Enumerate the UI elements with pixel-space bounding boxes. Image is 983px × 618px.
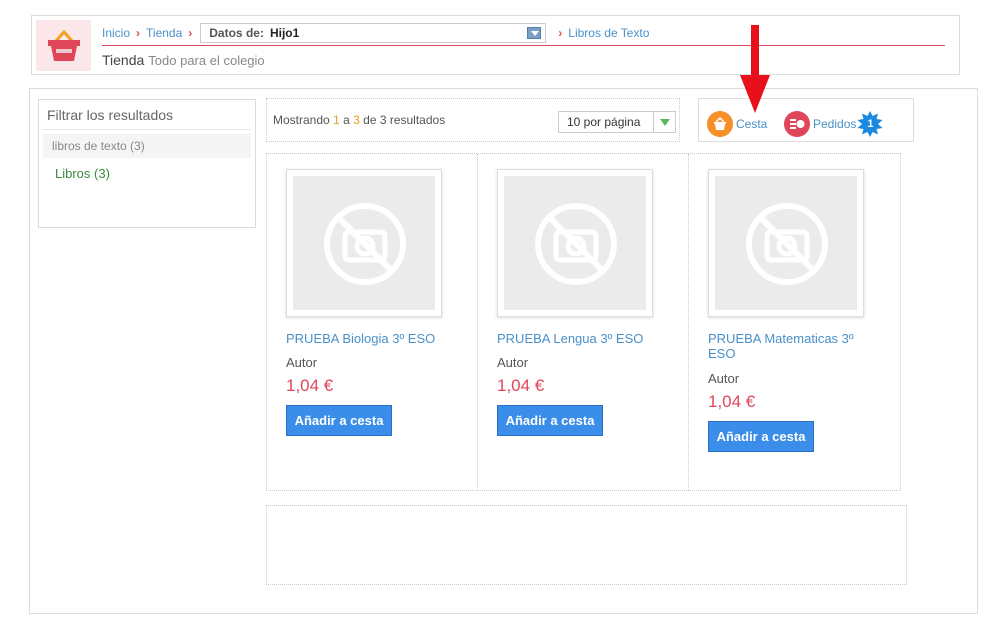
orders-count-badge: 1 — [857, 111, 883, 137]
product-image[interactable] — [497, 169, 653, 317]
orders-badge-count: 1 — [867, 118, 874, 130]
filter-panel: Filtrar los resultados libros de texto (… — [38, 99, 256, 228]
cart-bar: Cesta Pedidos 1 — [698, 98, 914, 142]
chevron-down-icon[interactable] — [653, 112, 675, 132]
header-divider — [102, 45, 945, 46]
results-bar: Mostrando 1 a 3 de 3 resultados 10 por p… — [266, 98, 680, 142]
product-author: Autor — [708, 371, 740, 386]
results-suffix: de 3 resultados — [363, 113, 446, 127]
breadcrumb: Inicio › Tienda › Datos de: Hijo1 › Libr… — [102, 22, 649, 44]
product-name-link[interactable]: PRUEBA Matematicas 3º ESO — [708, 331, 878, 361]
breadcrumb-inicio-link[interactable]: Inicio — [102, 26, 130, 40]
add-to-cart-button[interactable]: Añadir a cesta — [497, 405, 603, 436]
per-page-select[interactable]: 10 por página — [558, 111, 676, 133]
pagination-area — [266, 505, 907, 585]
add-to-cart-button[interactable]: Añadir a cesta — [708, 421, 814, 452]
product-name-link[interactable]: PRUEBA Lengua 3º ESO — [497, 331, 667, 346]
header-panel: Inicio › Tienda › Datos de: Hijo1 › Libr… — [31, 15, 960, 75]
product-card: PRUEBA Lengua 3º ESO Autor 1,04 € Añadir… — [478, 154, 689, 490]
child-select-label: Datos de: — [209, 26, 264, 40]
results-prefix: Mostrando — [273, 113, 330, 127]
product-author: Autor — [497, 355, 529, 370]
results-from: 1 — [333, 113, 340, 127]
arrow-down-icon — [740, 25, 770, 113]
child-select[interactable]: Datos de: Hijo1 — [200, 23, 547, 43]
filter-item-label: Libros — [55, 166, 91, 181]
product-card: PRUEBA Matematicas 3º ESO Autor 1,04 € A… — [689, 154, 900, 490]
chevron-right-icon: › — [188, 26, 193, 40]
orders-label: Pedidos — [813, 117, 857, 131]
per-page-value: 10 por página — [567, 115, 641, 129]
shop-basket-logo — [36, 20, 91, 71]
page-title-text: Tienda — [102, 52, 145, 68]
cart-icon — [707, 111, 733, 137]
product-price: 1,04 € — [286, 376, 334, 395]
basket-icon — [48, 29, 80, 61]
results-to: 3 — [353, 113, 360, 127]
no-photo-icon — [746, 203, 828, 285]
filter-title: Filtrar los resultados — [43, 100, 251, 130]
product-card: PRUEBA Biologia 3º ESO Autor 1,04 € Añad… — [267, 154, 478, 490]
orders-button[interactable]: Pedidos 1 — [784, 111, 883, 137]
add-to-cart-button[interactable]: Añadir a cesta — [286, 405, 392, 436]
no-photo-icon — [535, 203, 617, 285]
results-count: Mostrando 1 a 3 de 3 resultados — [273, 113, 445, 127]
product-image[interactable] — [708, 169, 864, 317]
dropdown-arrow-icon[interactable] — [527, 27, 542, 39]
page-title: Tienda Todo para el colegio — [102, 52, 265, 68]
product-author: Autor — [286, 355, 318, 370]
no-photo-icon — [324, 203, 406, 285]
orders-icon — [784, 111, 810, 137]
filter-category[interactable]: libros de texto (3) — [43, 134, 251, 158]
child-select-value: Hijo1 — [269, 26, 300, 40]
product-image[interactable] — [286, 169, 442, 317]
chevron-right-icon: › — [558, 26, 563, 40]
product-price: 1,04 € — [708, 392, 756, 411]
breadcrumb-tienda-link[interactable]: Tienda — [146, 26, 182, 40]
chevron-right-icon: › — [136, 26, 141, 40]
product-grid: PRUEBA Biologia 3º ESO Autor 1,04 € Añad… — [266, 153, 901, 491]
filter-item-count: (3) — [94, 166, 110, 181]
cart-label: Cesta — [736, 117, 768, 131]
product-name-link[interactable]: PRUEBA Biologia 3º ESO — [286, 331, 456, 346]
results-mid: a — [343, 113, 350, 127]
page-subtitle: Todo para el colegio — [148, 53, 265, 68]
breadcrumb-libros-link[interactable]: Libros de Texto — [568, 26, 649, 40]
filter-item-libros[interactable]: Libros (3) — [55, 166, 251, 181]
product-price: 1,04 € — [497, 376, 545, 395]
